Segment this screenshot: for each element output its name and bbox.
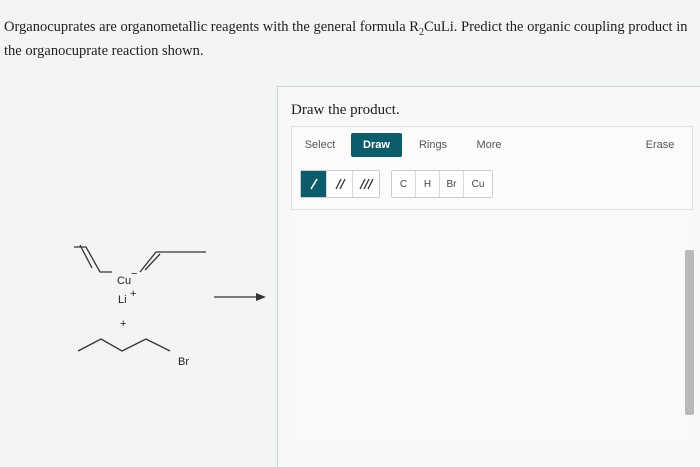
atom-c-button[interactable]: C: [392, 171, 416, 197]
plus-sign: +: [120, 318, 126, 330]
left-alkenyl-bond: [74, 246, 112, 273]
tab-rings[interactable]: Rings: [410, 133, 456, 157]
scrollbar[interactable]: [685, 250, 694, 415]
double-bond-button[interactable]: [327, 171, 353, 197]
reaction-arrow: [214, 293, 266, 301]
tab-more[interactable]: More: [466, 133, 512, 157]
bond-button-group: [300, 170, 380, 198]
left-double-bond: [79, 244, 93, 269]
tab-draw[interactable]: Draw: [351, 133, 402, 157]
right-alkenyl-bond: [139, 251, 206, 273]
draw-prompt: Draw the product.: [291, 102, 400, 118]
cu-charge: −: [131, 268, 137, 280]
atom-br-button[interactable]: Br: [440, 171, 464, 197]
cu-atom-label: Cu: [117, 275, 131, 287]
br-atom-label: Br: [178, 356, 189, 368]
atom-cu-button[interactable]: Cu: [464, 171, 492, 197]
reactants-structure: Cu − Li + + Br: [74, 244, 206, 368]
double-bond-icon: [334, 178, 346, 190]
triple-bond-button[interactable]: [353, 171, 379, 197]
question-part1: Organocuprates are organometallic reagen…: [4, 19, 419, 35]
erase-button[interactable]: Erase: [637, 133, 683, 157]
triple-bond-icon: [359, 178, 374, 190]
atom-h-button[interactable]: H: [416, 171, 440, 197]
atom-button-group: C H Br Cu: [391, 170, 493, 198]
li-atom-label: Li: [118, 294, 127, 306]
drawing-canvas[interactable]: [291, 210, 691, 441]
single-bond-icon: [309, 178, 318, 190]
question-text: Organocuprates are organometallic reagen…: [4, 18, 694, 61]
tab-select[interactable]: Select: [297, 133, 343, 157]
single-bond-button[interactable]: [301, 171, 327, 197]
li-charge: +: [130, 288, 136, 300]
alkyl-chain-bond: [77, 338, 171, 352]
